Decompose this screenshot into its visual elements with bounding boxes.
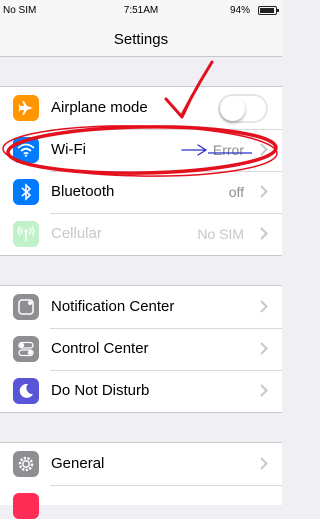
row-general[interactable]: General <box>0 443 282 485</box>
chevron-right-icon <box>260 143 268 156</box>
wifi-status-value: Error <box>212 142 244 158</box>
row-label: Airplane mode <box>51 99 148 116</box>
airplane-icon <box>13 95 39 121</box>
bluetooth-icon <box>13 179 39 205</box>
row-label: Wi-Fi <box>51 141 86 158</box>
chevron-right-icon <box>260 384 268 397</box>
row-bluetooth[interactable]: Bluetooth off <box>0 171 282 213</box>
wifi-icon <box>13 137 39 163</box>
airplane-mode-toggle[interactable] <box>218 94 268 123</box>
row-cellular[interactable]: Cellular No SIM <box>0 213 282 255</box>
chevron-right-icon <box>260 457 268 470</box>
control-center-icon <box>13 336 39 362</box>
row-do-not-disturb[interactable]: Do Not Disturb <box>0 370 282 412</box>
moon-icon <box>13 378 39 404</box>
row-control-center[interactable]: Control Center <box>0 328 282 370</box>
page-title: Settings <box>113 31 169 48</box>
status-bar: No SIM 7:51AM 94% <box>0 0 282 22</box>
chevron-right-icon <box>260 342 268 355</box>
settings-group-general: General <box>0 442 282 519</box>
row-label: Cellular <box>51 225 102 242</box>
row-airplane-mode[interactable]: Airplane mode <box>0 87 282 129</box>
row-label: Control Center <box>51 340 149 357</box>
chevron-right-icon <box>260 185 268 198</box>
cellular-icon <box>13 221 39 247</box>
row-label: Do Not Disturb <box>51 382 150 399</box>
settings-group-notifications: Notification Center Control Center Do No… <box>0 285 282 413</box>
row-label: Notification Center <box>51 298 175 315</box>
gear-icon <box>13 451 39 477</box>
notification-center-icon <box>13 294 39 320</box>
row-partial[interactable] <box>0 485 282 519</box>
row-wifi[interactable]: Wi-Fi Error <box>0 129 282 171</box>
battery-percent: 94% <box>229 5 250 16</box>
bluetooth-status-value: off <box>228 184 244 200</box>
app-icon <box>13 493 39 519</box>
battery-icon <box>258 6 279 15</box>
chevron-right-icon <box>260 300 268 313</box>
row-label: General <box>51 455 105 472</box>
row-label: Bluetooth <box>51 183 115 200</box>
chevron-right-icon <box>260 227 268 240</box>
nav-bar: Settings <box>0 22 282 57</box>
cellular-status-value: No SIM <box>197 226 244 242</box>
row-notification-center[interactable]: Notification Center <box>0 286 282 328</box>
settings-group-connectivity: Airplane mode Wi-Fi Error Bluetooth off <box>0 86 282 256</box>
